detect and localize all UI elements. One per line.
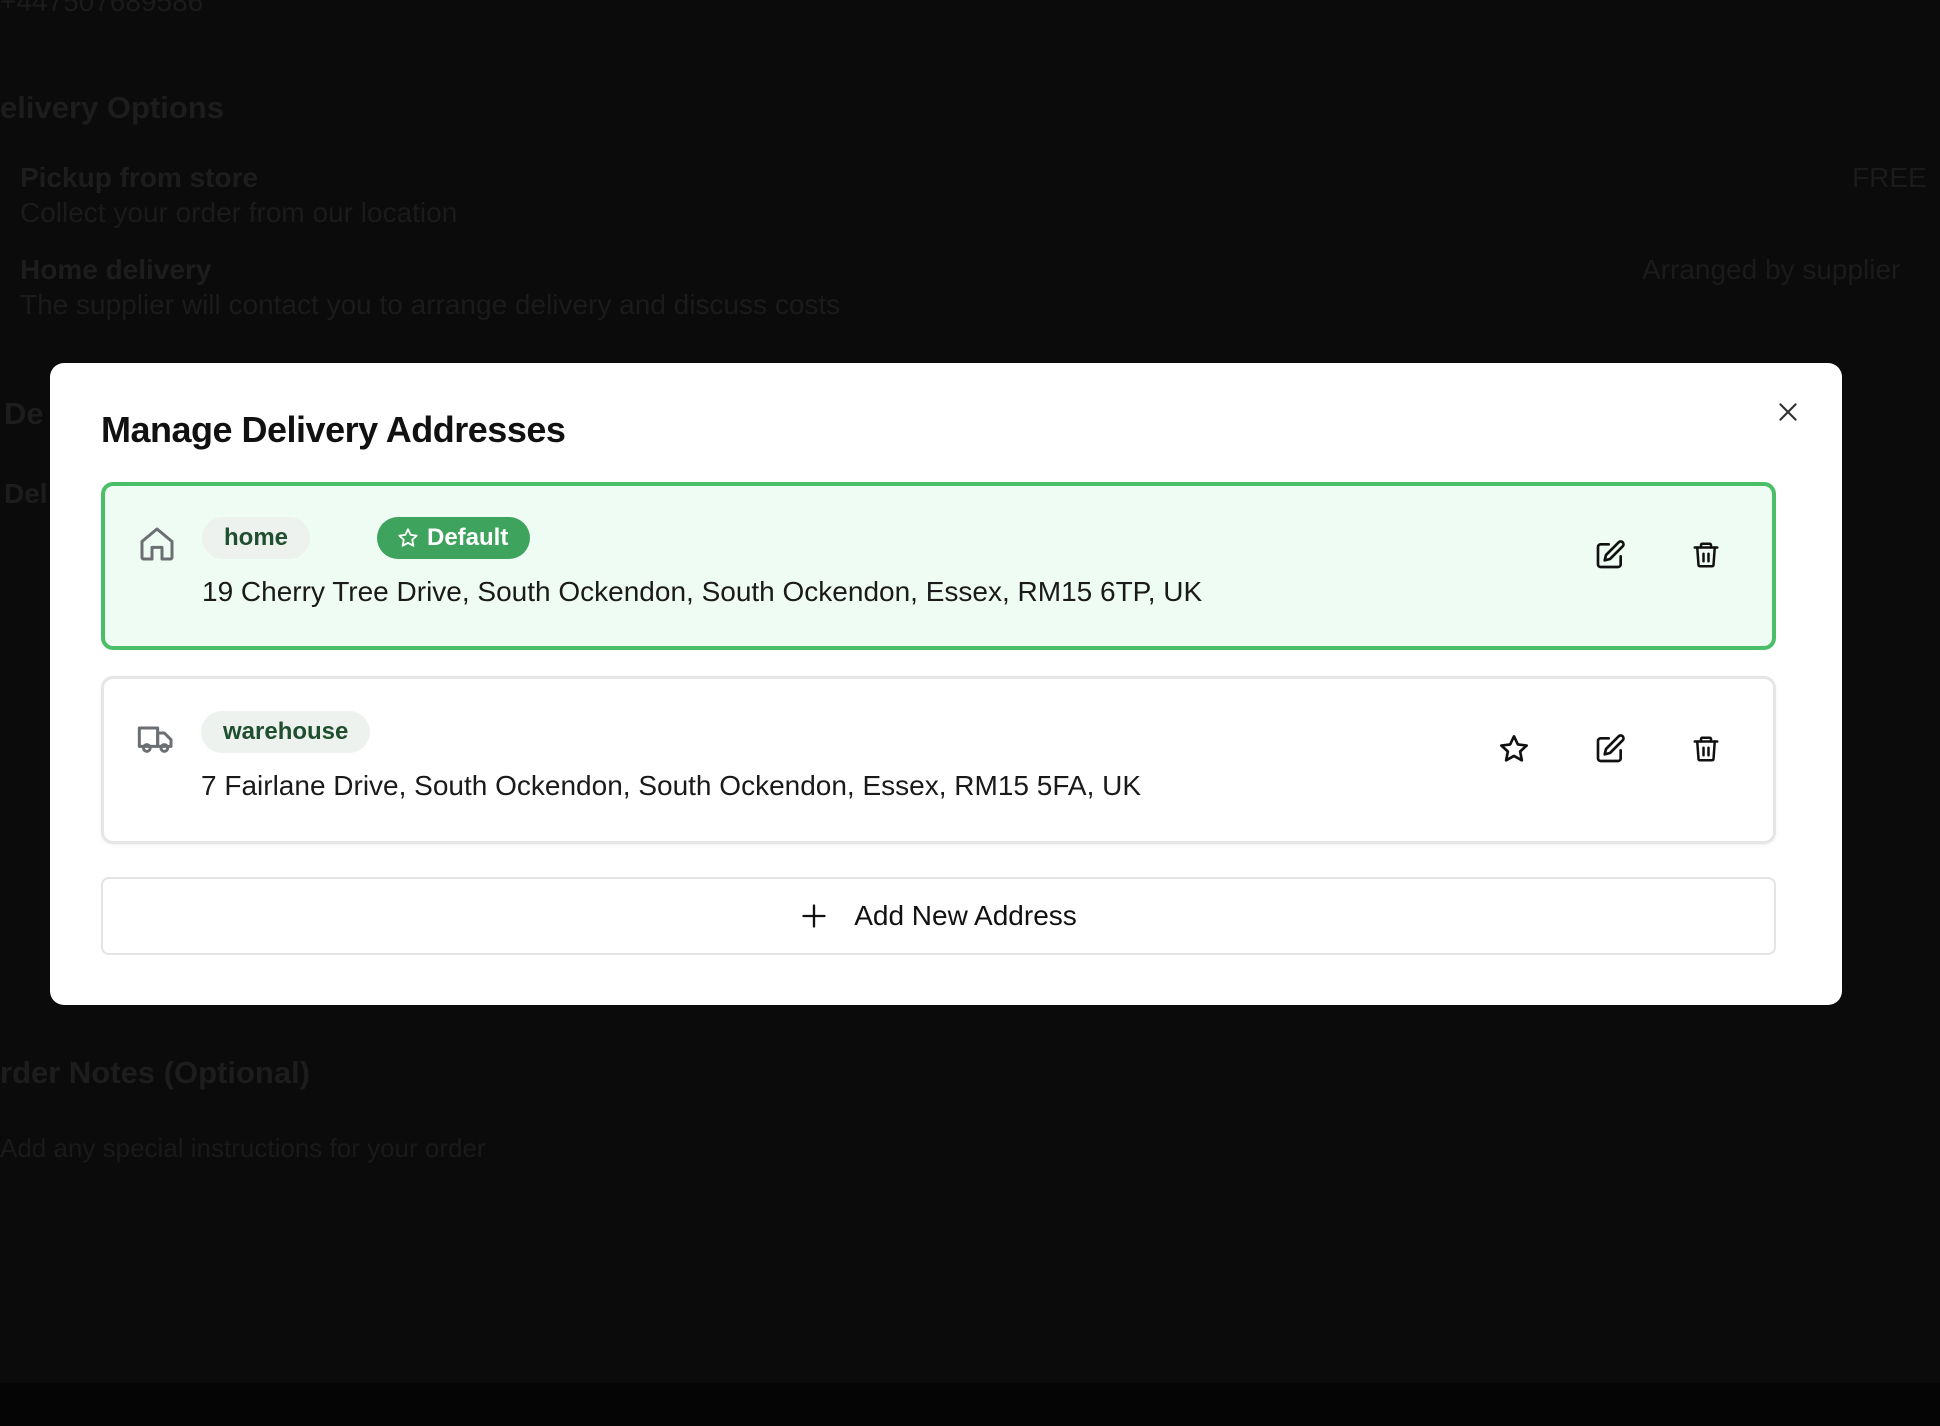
close-button[interactable] [1770, 394, 1806, 430]
address-label-chip: home [202, 517, 311, 559]
edit-address-button[interactable] [1588, 533, 1632, 577]
plus-icon [802, 904, 826, 928]
default-badge-label: Default [427, 524, 509, 551]
delivery-address-subheading-partial: Del [4, 478, 48, 509]
address-text: 19 Cherry Tree Drive, South Ockendon, So… [202, 576, 1203, 607]
order-notes-heading: rder Notes (Optional) [0, 1055, 311, 1090]
delivery-option-price: Arranged by supplier [1642, 254, 1901, 285]
star-icon [398, 528, 418, 547]
trash-icon [1693, 542, 1719, 568]
delivery-address-heading-partial: De [4, 396, 44, 431]
truck-icon [137, 726, 173, 753]
close-icon [1779, 403, 1797, 421]
delivery-options-heading: elivery Options [0, 90, 224, 125]
edit-icon [1596, 734, 1625, 763]
edit-icon [1596, 540, 1625, 569]
delivery-option-price: FREE [1852, 162, 1927, 193]
add-new-address-button[interactable]: Add New Address [101, 877, 1776, 955]
home-icon [140, 527, 174, 561]
delivery-option-description: The supplier will contact you to arrange… [20, 289, 841, 320]
delivery-option-description: Collect your order from our location [20, 197, 458, 228]
star-icon [1500, 735, 1528, 762]
page: +447507689586 elivery Options Pickup fro… [0, 0, 1940, 1426]
manage-addresses-modal: Manage Delivery Addresses home Default 1… [50, 363, 1842, 1005]
delete-address-button[interactable] [1684, 533, 1728, 577]
order-notes-input[interactable]: Add any special instructions for your or… [0, 1133, 486, 1164]
delete-address-button[interactable] [1684, 727, 1728, 771]
add-new-address-label: Add New Address [854, 900, 1077, 931]
edit-address-button[interactable] [1588, 727, 1632, 771]
address-text: 7 Fairlane Drive, South Ockendon, South … [201, 770, 1142, 801]
address-card-home[interactable]: home Default 19 Cherry Tree Drive, South… [101, 482, 1776, 650]
set-default-button[interactable] [1492, 727, 1536, 771]
modal-title: Manage Delivery Addresses [101, 409, 566, 450]
delivery-option-title: Pickup from store [20, 162, 259, 193]
address-card-warehouse[interactable]: warehouse 7 Fairlane Drive, South Ockend… [101, 676, 1776, 844]
footer-bar [0, 1383, 1940, 1426]
address-label-chip: warehouse [201, 711, 371, 753]
trash-icon [1693, 736, 1719, 762]
phone-number-partial: +447507689586 [0, 0, 204, 17]
default-badge: Default [377, 517, 531, 559]
delivery-option-title: Home delivery [20, 254, 212, 285]
